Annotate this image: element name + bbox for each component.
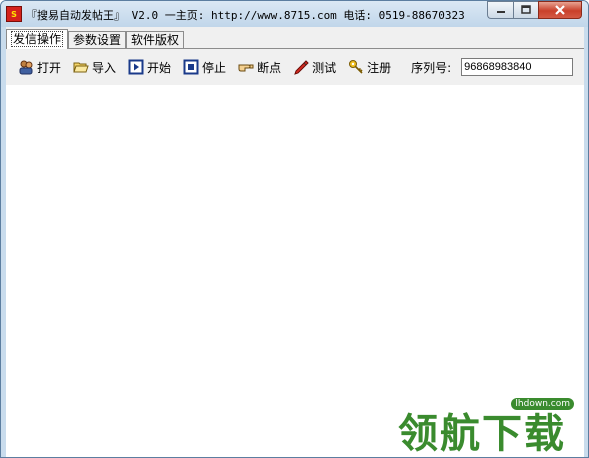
breakpoint-button[interactable]: 断点 [238,56,281,78]
test-label: 测试 [312,60,337,75]
watermark-text: 领航下载 [398,410,566,457]
maximize-icon [521,5,531,14]
open-people-icon [18,59,34,75]
tab-panel: 打开 导入 开始 停止 断点 测试 注册 序列号: 96868983840 领航… [6,48,584,457]
close-icon [555,5,565,15]
register-button[interactable]: 注册 [348,56,391,78]
tab-parameter-settings[interactable]: 参数设置 [68,31,127,49]
maximize-button[interactable] [513,1,538,19]
key-icon [348,59,364,75]
tab-send-operation[interactable]: 发信操作 [6,29,69,49]
stop-button[interactable]: 停止 [183,56,226,78]
tab-label: 参数设置 [73,33,122,47]
serial-number-label: 序列号: [411,60,452,75]
register-label: 注册 [367,60,392,75]
breakpoint-label: 断点 [257,60,282,75]
toolbar: 打开 导入 开始 停止 断点 测试 注册 序列号: 96868983840 [18,54,574,80]
minimize-button[interactable] [487,1,513,19]
minimize-icon [496,11,505,13]
folder-open-icon [73,59,89,75]
import-label: 导入 [92,60,117,75]
start-button[interactable]: 开始 [128,56,171,78]
hand-point-icon [238,59,254,75]
test-button[interactable]: 测试 [293,56,336,78]
serial-number-field[interactable]: 96868983840 [461,58,574,76]
tab-label: 发信操作 [11,31,64,47]
play-icon [128,59,144,75]
title-bar[interactable]: S 『搜易自动发帖王』 V2.0 一主页: http://www.8715.co… [1,1,588,27]
pen-icon [293,59,309,75]
app-window: S 『搜易自动发帖王』 V2.0 一主页: http://www.8715.co… [0,0,589,458]
close-button[interactable] [538,1,582,19]
stop-icon [183,59,199,75]
log-area[interactable]: 领航下载 lhdown.com [6,85,584,457]
open-button[interactable]: 打开 [18,56,61,78]
open-label: 打开 [37,60,62,75]
start-label: 开始 [147,60,172,75]
watermark: 领航下载 lhdown.com [398,398,578,457]
stop-label: 停止 [202,60,227,75]
client-area: 发信操作 参数设置 软件版权 打开 导入 开始 停止 断点 测试 注册 序列号:… [6,27,584,457]
tab-software-copyright[interactable]: 软件版权 [126,31,185,49]
app-icon[interactable]: S [6,6,22,22]
window-title: 『搜易自动发帖王』 V2.0 一主页: http://www.8715.com … [26,9,465,22]
tab-label: 软件版权 [131,33,180,47]
import-button[interactable]: 导入 [73,56,116,78]
window-controls [487,1,582,19]
watermark-site: lhdown.com [511,398,574,410]
tab-strip: 发信操作 参数设置 软件版权 [6,29,185,49]
